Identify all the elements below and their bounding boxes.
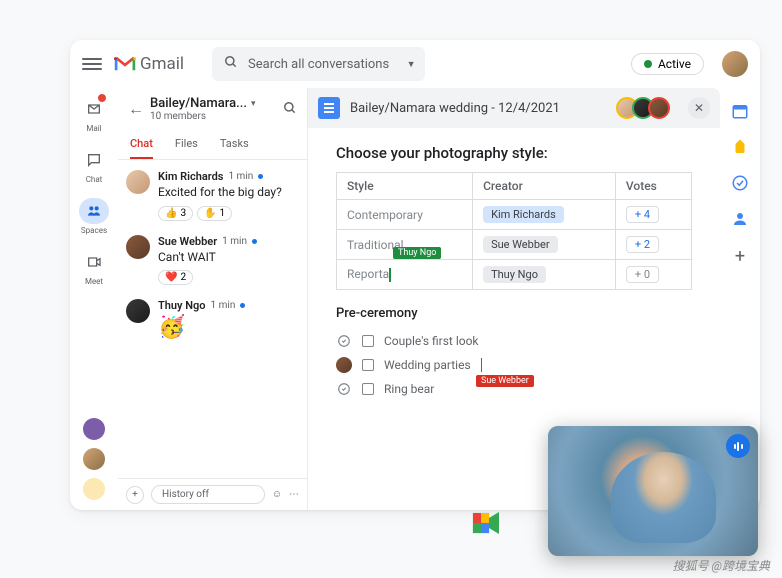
tasks-icon[interactable] — [731, 174, 749, 192]
collaborator-avatars[interactable] — [622, 97, 670, 119]
table-row: ReportaThuy Ngo Thuy Ngo + 0 — [337, 260, 692, 290]
checkbox[interactable] — [362, 335, 374, 347]
tab-tasks[interactable]: Tasks — [220, 130, 249, 159]
table-row: Contemporary Kim Richards + 4 — [337, 200, 692, 230]
assignee-avatar[interactable] — [336, 357, 352, 373]
contacts-icon[interactable] — [731, 210, 749, 228]
unread-dot-icon — [240, 303, 245, 308]
nav-spaces[interactable]: Spaces — [79, 198, 109, 235]
assign-icon[interactable] — [336, 381, 352, 397]
unread-dot-icon — [258, 174, 263, 179]
doc-title: Bailey/Namara wedding - 12/4/2021 — [350, 101, 560, 116]
search-input[interactable]: Search all conversations ▼ — [212, 47, 425, 81]
doc-heading: Choose your photography style: — [336, 144, 692, 162]
meet-logo-icon — [468, 508, 504, 538]
chat-message: Sue Webber1 min Can't WAIT ❤️2 — [126, 235, 299, 286]
style-table: Style Creator Votes Contemporary Kim Ric… — [336, 172, 692, 290]
emoji-icon[interactable]: ☺ — [272, 489, 282, 500]
checklist-item[interactable]: Wedding parties Sue Webber — [336, 353, 692, 377]
tab-files[interactable]: Files — [175, 130, 198, 159]
status-pill[interactable]: Active — [631, 53, 704, 75]
emoji-message: 🥳 — [158, 315, 299, 340]
dropdown-caret-icon[interactable]: ▼ — [407, 59, 416, 70]
nav-meet[interactable]: Meet — [79, 249, 109, 286]
more-icon[interactable]: ⋯ — [289, 489, 299, 500]
tab-chat[interactable]: Chat — [130, 130, 153, 159]
presence-avatar[interactable] — [83, 418, 105, 440]
vote-button[interactable]: + 2 — [626, 236, 659, 253]
creator-chip: Thuy Ngo — [483, 266, 546, 283]
avatar — [126, 170, 150, 194]
meet-pip-window[interactable] — [548, 426, 758, 556]
product-name: Gmail — [140, 54, 184, 74]
nav-mail[interactable]: Mail — [79, 96, 109, 133]
space-title-dropdown[interactable]: Bailey/Namara... ▾ 10 members — [150, 96, 273, 122]
search-placeholder: Search all conversations — [248, 57, 389, 72]
reaction-chip[interactable]: ❤️2 — [158, 270, 193, 285]
checklist-item[interactable]: Ring bear — [336, 377, 692, 401]
search-icon[interactable] — [283, 100, 297, 119]
watermark: 搜狐号 @跨境宝典 — [673, 557, 770, 574]
nav-chat[interactable]: Chat — [79, 147, 109, 184]
avatar — [126, 235, 150, 259]
add-icon[interactable]: + — [735, 246, 745, 267]
close-button[interactable]: ✕ — [688, 97, 710, 119]
checkbox[interactable] — [362, 383, 374, 395]
status-dot-icon — [644, 60, 652, 68]
account-avatar[interactable] — [722, 51, 748, 77]
compose-input[interactable]: History off — [151, 485, 265, 504]
back-arrow-icon[interactable]: ← — [128, 99, 144, 119]
checkbox[interactable] — [362, 359, 374, 371]
chat-message: Kim Richards1 min Excited for the big da… — [126, 170, 299, 221]
notification-badge-icon — [97, 93, 107, 103]
status-label: Active — [658, 57, 691, 71]
avatar — [126, 299, 150, 323]
keep-icon[interactable] — [731, 138, 749, 156]
presence-avatar[interactable] — [83, 478, 105, 500]
chat-message: Thuy Ngo1 min 🥳 — [126, 299, 299, 340]
reaction-chip[interactable]: ✋1 — [197, 206, 232, 221]
presence-avatar[interactable] — [83, 448, 105, 470]
reaction-chip[interactable]: 👍3 — [158, 206, 193, 221]
creator-chip: Kim Richards — [483, 206, 564, 223]
section-heading: Pre-ceremony — [336, 306, 692, 321]
collab-cursor-tag: Thuy Ngo — [393, 247, 441, 259]
unread-dot-icon — [252, 239, 257, 244]
gmail-logo: Gmail — [114, 54, 184, 74]
vote-button[interactable]: + 0 — [626, 266, 659, 283]
assign-icon[interactable] — [336, 333, 352, 349]
search-icon — [224, 55, 238, 73]
vote-button[interactable]: + 4 — [626, 206, 659, 223]
checklist-item[interactable]: Couple's first look — [336, 329, 692, 353]
hamburger-menu-icon[interactable] — [82, 55, 102, 73]
add-button[interactable]: + — [126, 486, 144, 504]
table-row: Traditional Sue Webber + 2 — [337, 230, 692, 260]
creator-chip: Sue Webber — [483, 236, 558, 253]
docs-icon — [318, 97, 340, 119]
calendar-icon[interactable] — [731, 102, 749, 120]
speaking-indicator-icon — [726, 434, 750, 458]
chevron-down-icon: ▾ — [251, 99, 256, 109]
